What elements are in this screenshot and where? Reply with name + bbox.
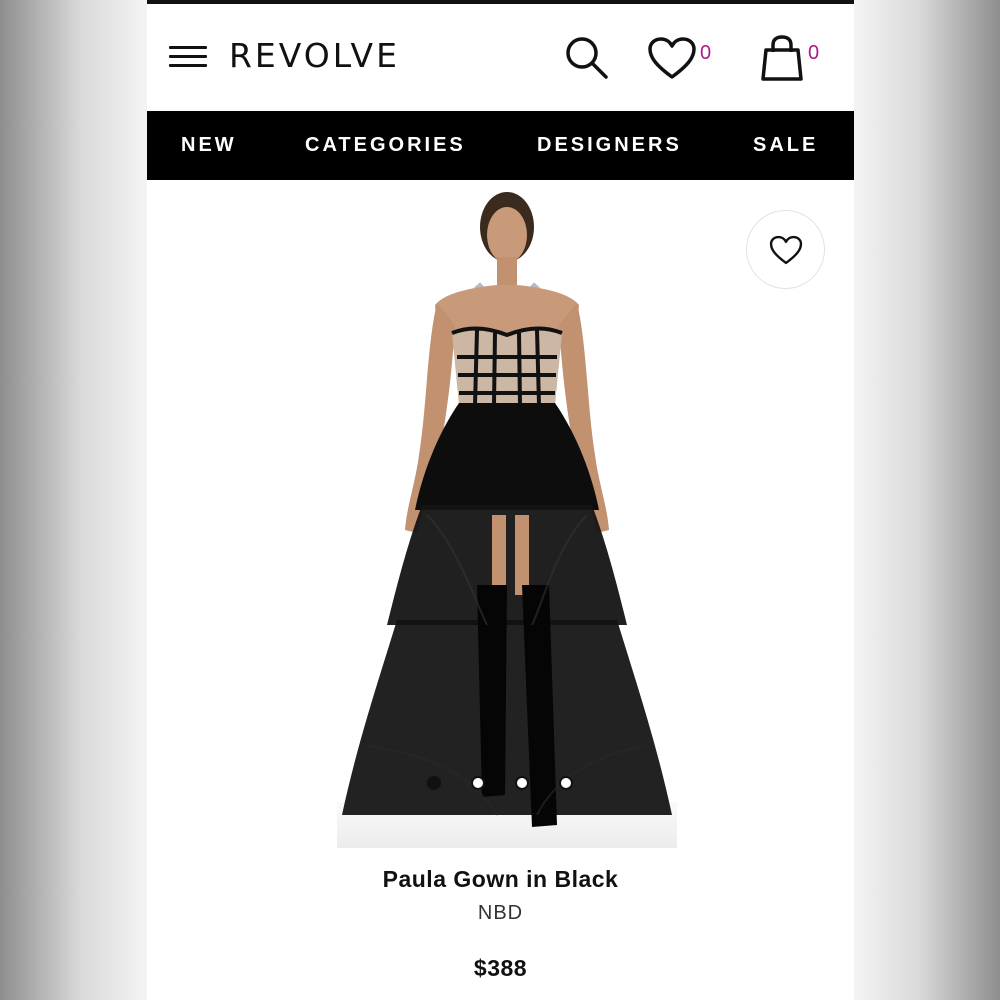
main-nav: NEW CATEGORIES DESIGNERS SALE — [147, 111, 854, 180]
heart-icon — [769, 235, 803, 265]
product-image-carousel[interactable] — [147, 180, 854, 850]
nav-item-sale[interactable]: SALE — [753, 134, 818, 157]
product-price: $388 — [473, 955, 528, 981]
carousel-dot-4[interactable] — [559, 776, 573, 790]
wishlist-heart-icon[interactable] — [647, 36, 697, 80]
shopping-bag-icon[interactable] — [759, 34, 805, 82]
product-image — [342, 192, 672, 827]
product-title[interactable]: Paula Gown in Black — [147, 866, 854, 893]
wishlist-count: 0 — [700, 42, 712, 64]
nav-item-new[interactable]: NEW — [181, 134, 237, 157]
product-brand[interactable]: NBD — [147, 902, 854, 925]
bag-count: 0 — [808, 42, 820, 64]
search-icon[interactable] — [563, 34, 609, 80]
carousel-dots — [427, 776, 587, 792]
nav-item-categories[interactable]: CATEGORIES — [305, 134, 466, 157]
favorite-button[interactable] — [746, 210, 825, 289]
site-header: REVOLVE 0 0 — [147, 4, 854, 111]
nav-item-designers[interactable]: DESIGNERS — [537, 134, 682, 157]
carousel-dot-2[interactable] — [471, 776, 485, 790]
site-logo[interactable]: REVOLVE — [229, 36, 400, 75]
carousel-dot-3[interactable] — [515, 776, 529, 790]
phone-screen: REVOLVE 0 0 NEW CATEGORIES DESIGNERS SAL… — [147, 0, 854, 1000]
carousel-dot-1[interactable] — [427, 776, 441, 790]
hamburger-icon[interactable] — [169, 42, 207, 70]
